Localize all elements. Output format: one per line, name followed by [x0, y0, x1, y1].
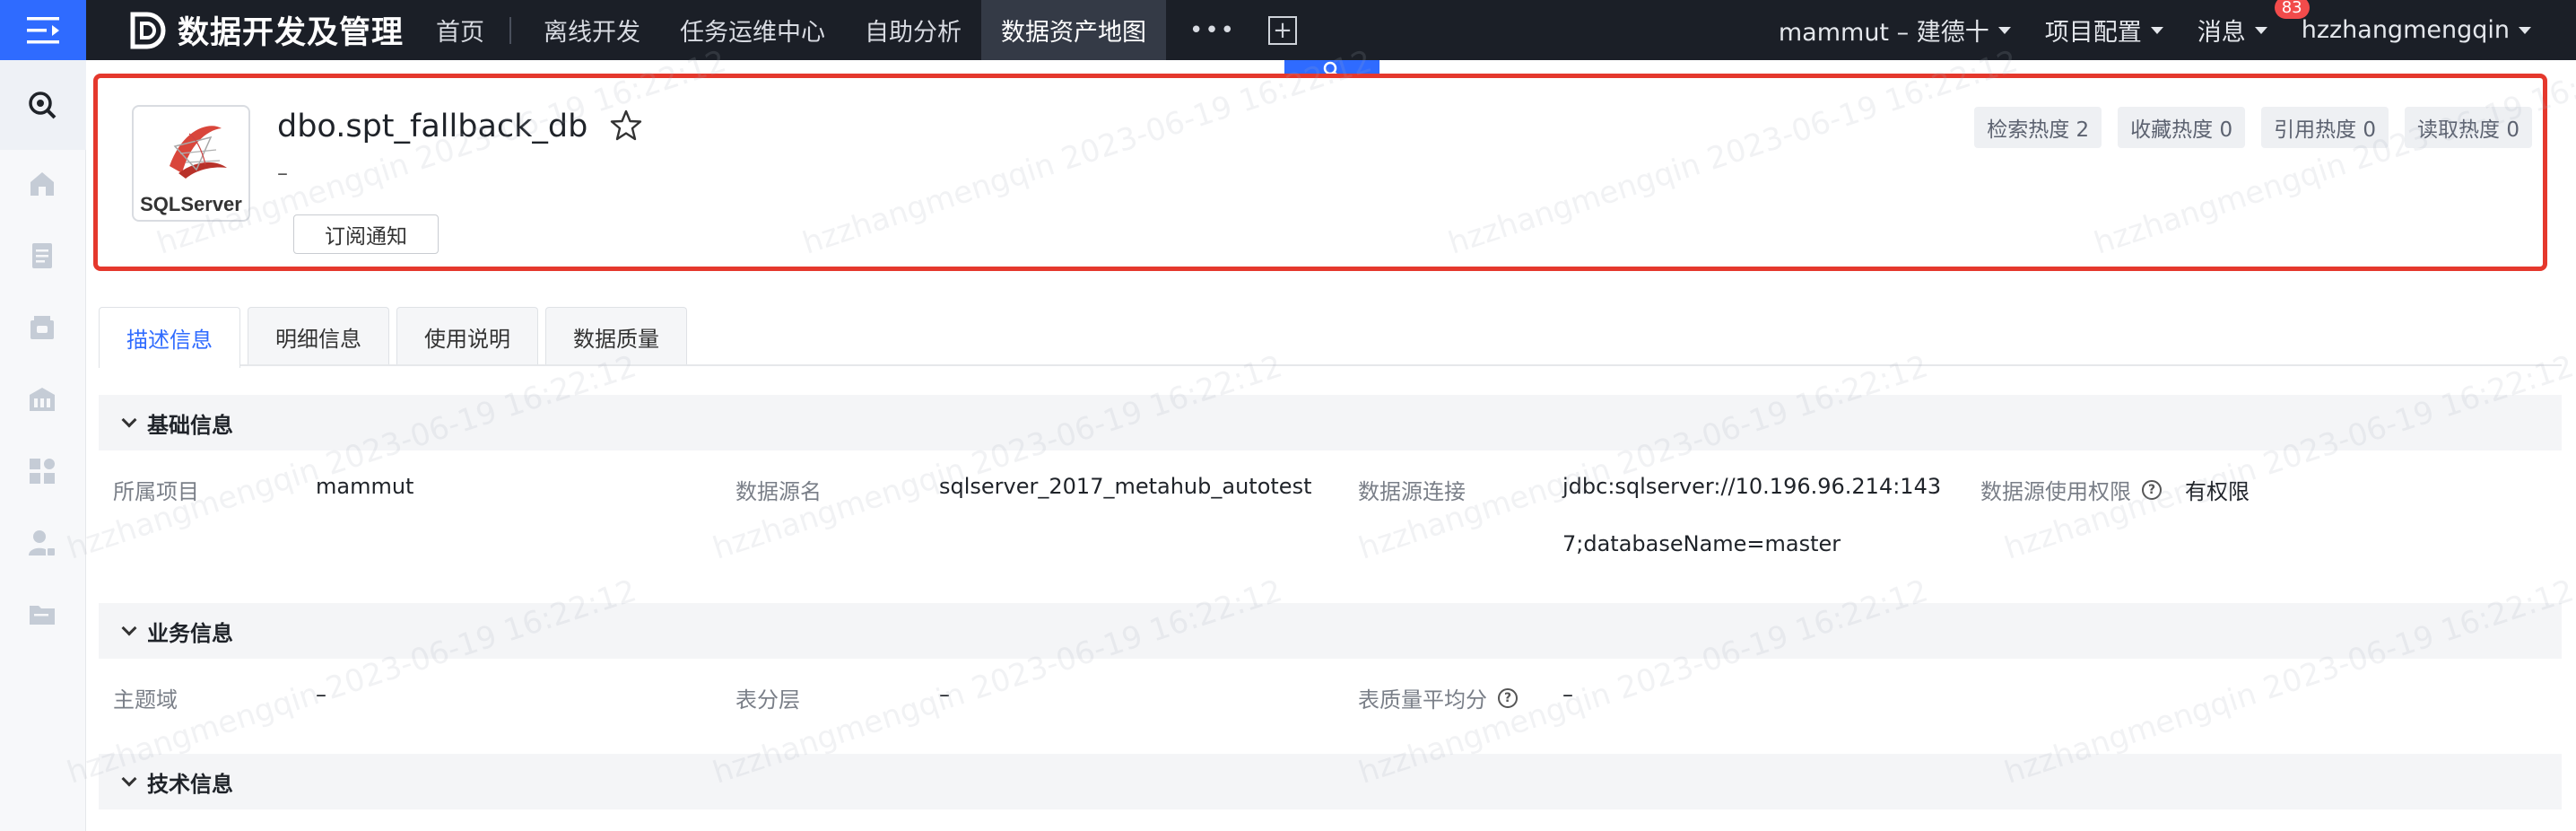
project-switcher[interactable]: mammut – 建德十: [1779, 13, 2011, 48]
sidebar: [0, 60, 86, 831]
field-value-domain: –: [316, 682, 326, 707]
add-tab-button[interactable]: +: [1268, 15, 1298, 45]
folder-icon: [30, 606, 55, 625]
nav-item-asset-map[interactable]: 数据资产地图: [981, 0, 1166, 60]
section-title: 业务信息: [147, 620, 233, 646]
field-value-layer: –: [939, 682, 950, 707]
sqlserver-icon: [170, 126, 227, 179]
nav-item-offline-dev[interactable]: 离线开发: [524, 0, 660, 60]
stat-reference-heat: 引用热度 0: [2261, 107, 2389, 148]
chevron-down-icon: [2254, 26, 2267, 34]
sidebar-item-folders[interactable]: [24, 597, 60, 633]
messages-label: 消息: [2197, 19, 2246, 47]
main-nav: 首页 离线开发 任务运维中心 自助分析 数据资产地图 ••• +: [416, 0, 1298, 60]
favorite-star-button[interactable]: [609, 109, 643, 146]
grid-icon: [30, 459, 55, 484]
asset-title: dbo.spt_fallback_db: [277, 109, 588, 144]
field-value-permission: 有权限: [2185, 479, 2250, 504]
section-title: 基础信息: [147, 412, 233, 438]
nav-more-button[interactable]: •••: [1166, 0, 1259, 60]
user-settings-icon: [29, 530, 57, 557]
section-tech-info-header[interactable]: 技术信息: [99, 754, 2562, 809]
project-name: mammut – 建德十: [1778, 19, 1989, 47]
building-icon: [30, 388, 55, 411]
project-config-label: 项目配置: [2044, 19, 2142, 47]
sidebar-item-documents[interactable]: [24, 238, 60, 274]
field-label-connection: 数据源连接: [1358, 479, 1466, 504]
sidebar-item-storage[interactable]: [24, 310, 60, 346]
star-icon: [610, 109, 642, 141]
field-label-layer: 表分层: [735, 687, 800, 713]
field-value-connection-line1: jdbc:sqlserver://10.196.96.214:143: [1562, 474, 1942, 499]
box-icon: [30, 316, 54, 339]
asset-description: –: [277, 161, 288, 186]
chevron-down-icon: [121, 412, 137, 428]
permission-label-text: 数据源使用权限: [1980, 479, 2131, 504]
user-menu[interactable]: hzzhangmengqin: [2302, 16, 2531, 44]
sidebar-item-users[interactable]: [24, 525, 60, 561]
chevron-down-icon: [2519, 26, 2531, 34]
sqlserver-logo-text: SQLServer: [140, 193, 242, 215]
stat-search-heat: 检索热度 2: [1974, 107, 2102, 148]
sqlserver-logo: SQLServer: [132, 105, 250, 222]
sidebar-item-home[interactable]: [24, 166, 60, 202]
watermark-text: hzzhangmengqin 2023-06-19 16:22:12: [2000, 348, 2576, 567]
detail-tabs: 描述信息 明细信息 使用说明 数据质量: [99, 307, 687, 368]
chevron-down-icon: [121, 771, 137, 787]
document-icon: [32, 243, 52, 268]
field-value-quality-score: –: [1562, 682, 1573, 707]
chevron-down-icon: [2150, 26, 2163, 34]
section-business-info-header[interactable]: 业务信息: [99, 603, 2562, 659]
nav-item-self-analysis[interactable]: 自助分析: [845, 0, 981, 60]
nav-item-ops-center[interactable]: 任务运维中心: [660, 0, 845, 60]
plus-icon: +: [1273, 16, 1292, 44]
messages-menu[interactable]: 消息 83: [2197, 0, 2310, 48]
tabs-divider: [99, 364, 2562, 366]
field-label-source: 数据源名: [735, 479, 822, 504]
app-logo[interactable]: 数据开发及管理: [127, 5, 404, 55]
quality-label-text: 表质量平均分: [1358, 687, 1487, 713]
subscribe-button[interactable]: 订阅通知: [293, 214, 439, 254]
field-value-source: sqlserver_2017_metahub_autotest: [939, 474, 1312, 499]
nav-item-home[interactable]: 首页: [416, 0, 509, 60]
top-navigation-bar: 数据开发及管理 首页 离线开发 任务运维中心 自助分析 数据资产地图 ••• +…: [0, 0, 2576, 60]
stat-read-heat: 读取热度 0: [2405, 107, 2532, 148]
help-icon[interactable]: ?: [1498, 687, 1518, 708]
field-value-project: mammut: [316, 474, 414, 499]
header-right-menu: mammut – 建德十 项目配置 消息 83 hzzhangmengqin: [1779, 0, 2531, 60]
sidebar-item-apps[interactable]: [24, 453, 60, 489]
field-label-permission: 数据源使用权限 ?: [1980, 474, 2162, 505]
popularity-stats: 检索热度 2 收藏热度 0 引用热度 0 读取热度 0: [1974, 107, 2532, 148]
field-label-project: 所属项目: [113, 479, 199, 504]
field-label-quality-score: 表质量平均分 ?: [1358, 682, 1518, 713]
asset-search-icon: [29, 92, 57, 119]
section-title: 技术信息: [147, 771, 233, 797]
app-title: 数据开发及管理: [178, 15, 405, 51]
help-icon[interactable]: ?: [2142, 479, 2162, 500]
user-name: hzzhangmengqin: [2301, 16, 2510, 44]
watermark-text: hzzhangmengqin 2023-06-19 16:22:12: [63, 348, 641, 567]
tab-details[interactable]: 明细信息: [248, 307, 389, 366]
home-icon: [30, 172, 54, 196]
tab-usage[interactable]: 使用说明: [396, 307, 538, 366]
nav-divider: [509, 16, 511, 44]
watermark-text: hzzhangmengqin 2023-06-19 16:22:12: [709, 348, 1287, 567]
menu-button[interactable]: [0, 0, 86, 60]
logo-d-icon: [130, 12, 166, 48]
field-value-connection-line2: 7;databaseName=master: [1562, 531, 1841, 556]
tab-data-quality[interactable]: 数据质量: [545, 307, 687, 366]
project-config-menu[interactable]: 项目配置: [2045, 13, 2163, 48]
sidebar-item-warehouse[interactable]: [24, 381, 60, 417]
chevron-down-icon: [121, 620, 137, 636]
tab-description[interactable]: 描述信息: [99, 307, 240, 368]
stat-favorite-heat: 收藏热度 0: [2118, 107, 2246, 148]
asset-header-card: SQLServer dbo.spt_fallback_db – 订阅通知 检索热…: [93, 74, 2547, 271]
section-basic-info-header[interactable]: 基础信息: [99, 395, 2562, 450]
field-label-domain: 主题域: [113, 687, 178, 713]
chevron-down-icon: [1997, 26, 2011, 34]
sidebar-item-asset-search[interactable]: [24, 87, 60, 123]
menu-icon: [27, 16, 59, 43]
